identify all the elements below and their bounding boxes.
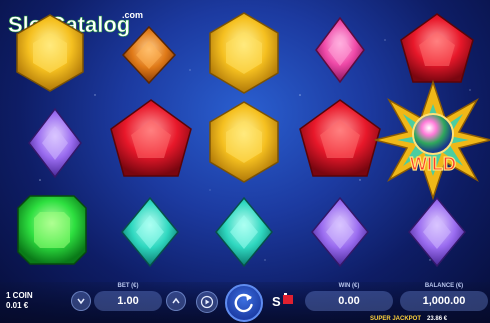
symbol-red-gem [110,99,192,177]
turbo-icon: S [272,293,293,309]
symbol-teal-gem [215,196,273,268]
balance-label: BALANCE (€) [424,283,464,289]
symbol-red-gem [400,13,474,83]
bet-value: 1.00 [94,291,162,311]
symbol-red-gem [299,99,381,177]
symbol-yellow-gem [209,12,279,94]
wild-label: WILD [410,154,456,174]
symbol-yellow-gem [209,101,279,183]
symbol-purple-gem [408,196,466,268]
symbol-orange-gem [121,25,177,85]
symbol-wild-star: WILD [374,79,490,201]
coin-value: 0.01 € [6,301,29,310]
bet-decrease-button[interactable] [71,291,91,311]
autoplay-button[interactable] [196,291,218,313]
reel-grid: WILD [16,12,490,268]
symbol-yellow-gem [16,14,84,92]
turbo-button[interactable]: S [271,291,297,311]
svg-text:S: S [272,294,281,309]
win-label: WIN (€) [338,283,360,289]
autoplay-icon [200,295,214,309]
spin-button[interactable] [225,284,263,322]
symbol-green-gem [17,195,87,265]
balance-value: 1,000.00 [400,291,488,311]
coin-label: 1 COIN [6,291,33,300]
coin-value-display[interactable]: 1 COIN 0.01 € [6,291,33,311]
super-jackpot-label: SUPER JACKPOT [370,316,422,322]
win-value: 0.00 [305,291,393,311]
symbol-pink-gem [315,16,365,84]
chevron-up-icon [172,297,180,304]
symbol-teal-gem [121,196,179,268]
bet-label: BET (€) [117,283,139,289]
bet-increase-button[interactable] [166,291,186,311]
symbol-purple-gem [28,107,82,179]
super-jackpot-ticker: SUPER JACKPOT 23.86 € [370,316,447,322]
super-jackpot-value: 23.86 € [427,316,448,322]
spin-arrow-icon [234,293,253,313]
symbol-purple-gem [311,196,369,268]
chevron-down-icon [77,298,85,305]
